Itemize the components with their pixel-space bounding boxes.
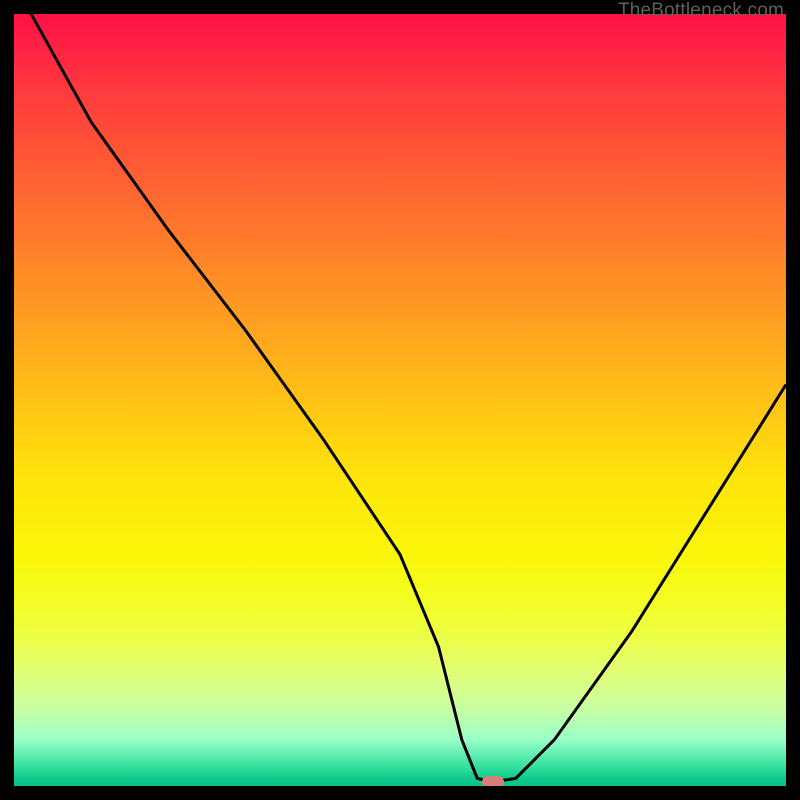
plot-area <box>14 14 786 786</box>
bottleneck-curve <box>14 14 786 782</box>
watermark: TheBottleneck.com <box>618 0 784 22</box>
curve-layer <box>14 14 786 786</box>
optimal-marker <box>482 776 504 786</box>
